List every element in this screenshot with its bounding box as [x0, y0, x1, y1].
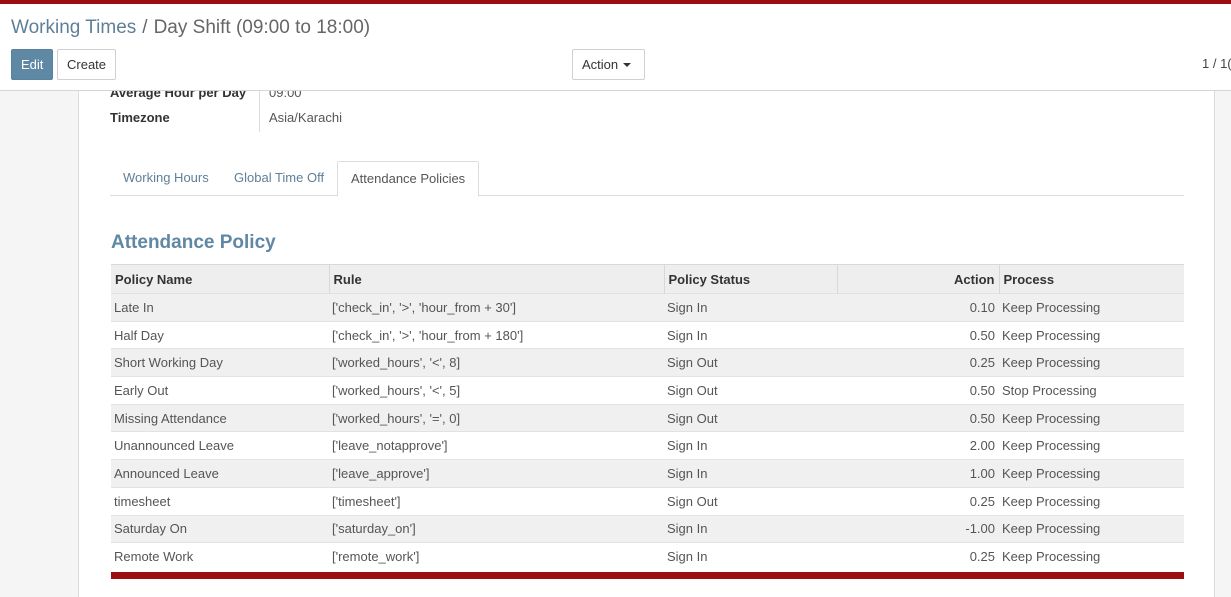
cell-action: 0.50 [837, 403, 999, 432]
cell-rule: ['worked_hours', '<', 5] [329, 376, 664, 405]
cell-rule: ['check_in', '>', 'hour_from + 180'] [329, 320, 664, 349]
field-value: 09:00 [269, 91, 302, 100]
attendance-policy-table: Policy Name Rule Policy Status Action Pr… [111, 264, 1184, 571]
cell-policy-status: Sign Out [664, 403, 837, 432]
cell-action: 0.25 [837, 542, 999, 571]
cell-action: 0.50 [837, 376, 999, 405]
create-button[interactable]: Create [57, 49, 116, 80]
pager[interactable]: 1 / 1( [1202, 56, 1231, 71]
cell-policy-status: Sign Out [664, 376, 837, 405]
column-header-action[interactable]: Action [837, 264, 1000, 294]
breadcrumb: Working Times / Day Shift (09:00 to 18:00) [11, 17, 370, 39]
cell-rule: ['worked_hours', '=', 0] [329, 403, 664, 432]
cell-policy-status: Sign In [664, 459, 837, 488]
column-header-rule[interactable]: Rule [329, 264, 665, 294]
table-row[interactable]: timesheet ['timesheet'] Sign Out 0.25 Keep P… [111, 486, 1184, 515]
cell-process: Keep Processing [999, 459, 1184, 488]
action-dropdown-button[interactable]: Action [572, 49, 645, 80]
cell-rule: ['saturday_on'] [329, 514, 664, 543]
cell-policy-name: Half Day [111, 320, 329, 349]
table-row[interactable]: Short Working Day ['worked_hours', '<', 8… [111, 348, 1184, 377]
breadcrumb-separator: / [142, 17, 148, 38]
field-divider [259, 91, 260, 132]
table-row[interactable]: Half Day ['check_in', '>', 'hour_from + 1… [111, 320, 1184, 349]
cell-policy-name: Short Working Day [111, 348, 329, 377]
cell-action: 0.50 [837, 320, 999, 349]
table-header-row: Policy Name Rule Policy Status Action Pr… [111, 264, 1184, 294]
cell-process: Keep Processing [999, 293, 1184, 322]
cell-rule: ['remote_work'] [329, 542, 664, 571]
tab-working-hours[interactable]: Working Hours [110, 161, 222, 196]
cell-process: Keep Processing [999, 486, 1184, 515]
cell-policy-status: Sign In [664, 320, 837, 349]
section-title: Attendance Policy [111, 232, 276, 253]
table-row[interactable]: Unannounced Leave ['leave_notapprove'] Sig… [111, 431, 1184, 460]
cell-action: -1.00 [837, 514, 999, 543]
table-row[interactable]: Late In ['check_in', '>', 'hour_from + 30… [111, 293, 1184, 322]
edit-button[interactable]: Edit [11, 49, 53, 80]
cell-policy-name: Announced Leave [111, 459, 329, 488]
cell-action: 0.10 [837, 293, 999, 322]
table-row[interactable]: Remote Work ['remote_work'] Sign In 0.25 Kee… [111, 542, 1184, 571]
cell-rule: ['timesheet'] [329, 486, 664, 515]
table-row[interactable]: Early Out ['worked_hours', '<', 5] Sign Ou… [111, 376, 1184, 405]
cell-policy-status: Sign In [664, 514, 837, 543]
cell-policy-name: Saturday On [111, 514, 329, 543]
table-row[interactable]: Announced Leave ['leave_approve'] Sign In 1… [111, 459, 1184, 488]
column-header-policy-status[interactable]: Policy Status [664, 264, 838, 294]
cell-process: Keep Processing [999, 542, 1184, 571]
cell-action: 1.00 [837, 459, 999, 488]
cell-policy-status: Sign In [664, 542, 837, 571]
table-row[interactable]: Missing Attendance ['worked_hours', '=', … [111, 403, 1184, 432]
cell-policy-name: Missing Attendance [111, 403, 329, 432]
tab-attendance-policies[interactable]: Attendance Policies [337, 161, 480, 197]
control-panel: Working Times / Day Shift (09:00 to 18:00)… [0, 4, 1231, 91]
tab-global-time-off[interactable]: Global Time Off [221, 161, 337, 196]
table-footer-bar [111, 572, 1184, 579]
cell-action: 2.00 [837, 431, 999, 460]
cell-policy-status: Sign In [664, 431, 837, 460]
cell-policy-name: Unannounced Leave [111, 431, 329, 460]
cell-policy-name: Remote Work [111, 542, 329, 571]
cell-process: Keep Processing [999, 320, 1184, 349]
cell-policy-name: Early Out [111, 376, 329, 405]
cell-policy-status: Sign In [664, 293, 837, 322]
cell-rule: ['check_in', '>', 'hour_from + 30'] [329, 293, 664, 322]
column-header-process[interactable]: Process [999, 264, 1184, 294]
cell-process: Keep Processing [999, 514, 1184, 543]
breadcrumb-parent-link[interactable]: Working Times [11, 17, 136, 38]
caret-down-icon [623, 62, 632, 67]
cell-action: 0.25 [837, 486, 999, 515]
cell-process: Keep Processing [999, 431, 1184, 460]
form-sheet: Average Hour per Day 09:00 Timezone Asia… [78, 91, 1215, 597]
cell-process: Keep Processing [999, 348, 1184, 377]
field-value: Asia/Karachi [269, 110, 342, 125]
cell-process: Keep Processing [999, 403, 1184, 432]
cell-process: Stop Processing [999, 376, 1184, 405]
cell-rule: ['leave_approve'] [329, 459, 664, 488]
cell-policy-status: Sign Out [664, 348, 837, 377]
cell-policy-status: Sign Out [664, 486, 837, 515]
table-row[interactable]: Saturday On ['saturday_on'] Sign In -1.00 Ke… [111, 514, 1184, 543]
cell-rule: ['worked_hours', '<', 8] [329, 348, 664, 377]
breadcrumb-current: Day Shift (09:00 to 18:00) [153, 17, 371, 38]
field-label: Timezone [110, 110, 170, 125]
action-button-label: Action [582, 57, 619, 72]
field-label: Average Hour per Day [110, 91, 247, 100]
column-header-policy-name[interactable]: Policy Name [111, 264, 330, 294]
cell-policy-name: timesheet [111, 486, 329, 515]
cell-action: 0.25 [837, 348, 999, 377]
cell-policy-name: Late In [111, 293, 329, 322]
notebook-tabs: Working Hours Global Time Off Attendance… [110, 161, 1184, 197]
cell-rule: ['leave_notapprove'] [329, 431, 664, 460]
